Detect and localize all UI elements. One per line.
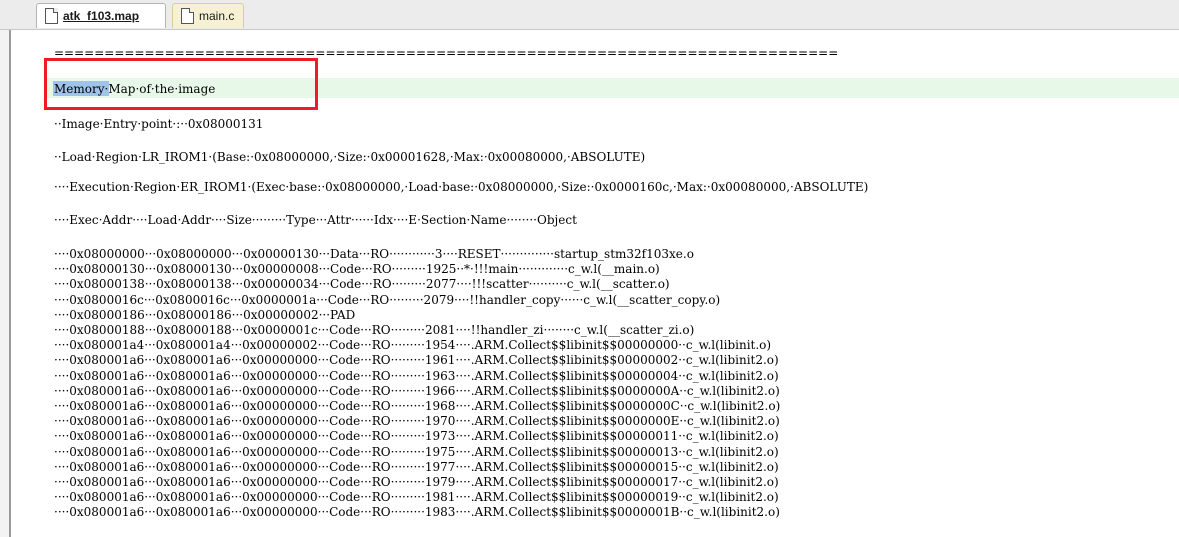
gutter-divider bbox=[9, 30, 11, 537]
tab-label: atk_f103.map bbox=[63, 9, 140, 23]
text-editor[interactable]: ========================================… bbox=[0, 30, 1179, 537]
table-row: ····0x080001a6···0x080001a6···0x00000000… bbox=[54, 429, 779, 444]
table-row: ····0x08000186···0x08000186···0x00000002… bbox=[54, 307, 356, 322]
memory-map-heading: Memory·Map·of·the·image bbox=[54, 82, 215, 96]
table-row: ····0x08000138···0x08000138···0x00000034… bbox=[54, 277, 670, 292]
table-row: ····0x080001a6···0x080001a6···0x00000000… bbox=[54, 459, 779, 474]
file-icon bbox=[181, 8, 194, 24]
tab-main-c[interactable]: main.c bbox=[172, 3, 244, 28]
table-row: ····0x080001a4···0x080001a4···0x00000002… bbox=[54, 338, 772, 353]
table-row: ····0x080001a6···0x080001a6···0x00000000… bbox=[54, 368, 779, 383]
file-icon bbox=[45, 8, 58, 24]
separator-line: ========================================… bbox=[54, 46, 839, 60]
table-row: ····0x08000130···0x08000130···0x00000008… bbox=[54, 262, 660, 277]
selected-word: Memory bbox=[54, 82, 105, 96]
editor-gutter bbox=[0, 30, 9, 537]
table-row: ····0x08000000···0x08000000···0x00000130… bbox=[54, 247, 694, 261]
table-row: ····0x080001a6···0x080001a6···0x00000000… bbox=[54, 383, 780, 398]
tab-atk-f103-map[interactable]: atk_f103.map bbox=[36, 3, 166, 28]
tab-bar: atk_f103.map main.c bbox=[0, 0, 1179, 30]
column-header-line: ····Exec·Addr····Load·Addr····Size······… bbox=[54, 213, 577, 227]
tab-label: main.c bbox=[199, 9, 235, 23]
table-row: ····0x080001a6···0x080001a6···0x00000000… bbox=[54, 399, 781, 413]
heading-rest: ·Map·of·the·image bbox=[104, 82, 216, 96]
table-row: ····0x080001a6···0x080001a6···0x00000000… bbox=[54, 444, 779, 459]
load-region-line: ··Load·Region·LR_IROM1·(Base:·0x08000000… bbox=[54, 150, 646, 164]
table-row: ····0x080001a6···0x080001a6···0x00000000… bbox=[54, 505, 780, 520]
table-row: ····0x08000188···0x08000188···0x0000001c… bbox=[54, 323, 695, 337]
table-row: ····0x080001a6···0x080001a6···0x00000000… bbox=[54, 414, 780, 429]
table-row: ····0x0800016c···0x0800016c···0x0000001a… bbox=[54, 292, 721, 307]
exec-region-line: ····Execution·Region·ER_IROM1·(Exec·base… bbox=[54, 180, 869, 194]
table-row: ····0x080001a6···0x080001a6···0x00000000… bbox=[54, 490, 779, 505]
table-row: ····0x080001a6···0x080001a6···0x00000000… bbox=[54, 475, 779, 489]
entry-point-line: ··Image·Entry·point·:··0x08000131 bbox=[54, 117, 264, 131]
table-row: ····0x080001a6···0x080001a6···0x00000000… bbox=[54, 353, 779, 368]
